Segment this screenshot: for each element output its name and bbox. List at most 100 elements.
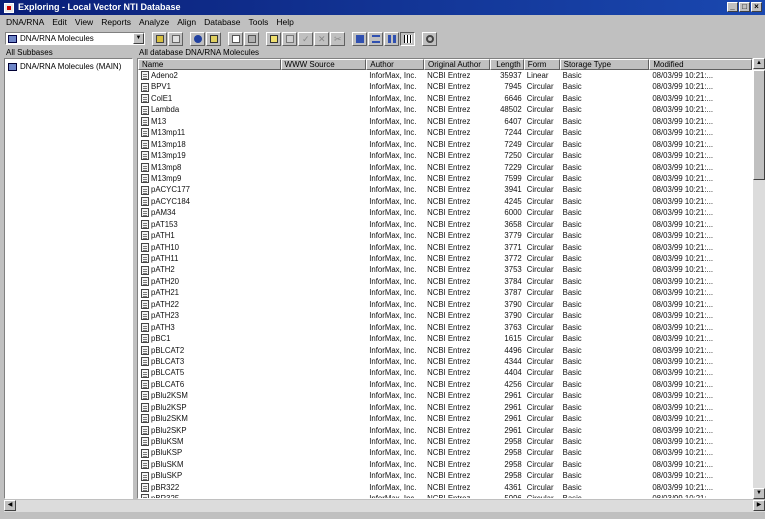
menu-reports[interactable]: Reports (101, 17, 131, 27)
table-row[interactable]: M13mp18 InforMax, Inc. NCBI Entrez 7249 Circ… (138, 139, 752, 150)
copy-icon[interactable] (228, 31, 243, 46)
menu-analyze[interactable]: Analyze (139, 17, 169, 27)
table-row[interactable]: pBLCAT3 InforMax, Inc. NCBI Entrez 4344 Circ… (138, 356, 752, 367)
table-row[interactable]: pBluKSM InforMax, Inc. NCBI Entrez 2958 Circ… (138, 436, 752, 447)
menu-database[interactable]: Database (204, 17, 240, 27)
table-row[interactable]: pBR322 InforMax, Inc. NCBI Entrez 4361 Circu… (138, 482, 752, 493)
scroll-thumb[interactable] (753, 70, 765, 180)
molecule-name: pBluKSP (151, 448, 183, 458)
column-header-www-source[interactable]: WWW Source (280, 59, 367, 70)
details-icon[interactable] (400, 31, 415, 46)
table-row[interactable]: pBluSKP InforMax, Inc. NCBI Entrez 2958 Circ… (138, 470, 752, 481)
cell-name: M13mp8 (138, 162, 281, 173)
table-row[interactable]: pBlu2KSM InforMax, Inc. NCBI Entrez 2961 Cir… (138, 390, 752, 401)
cell-www (281, 70, 367, 81)
table-row[interactable]: pBC1 InforMax, Inc. NCBI Entrez 1615 Circula… (138, 333, 752, 344)
table-row[interactable]: pBLCAT2 InforMax, Inc. NCBI Entrez 4496 Circ… (138, 345, 752, 356)
menu-view[interactable]: View (75, 17, 93, 27)
chevron-down-icon[interactable]: ▼ (133, 33, 144, 44)
table-row[interactable]: pACYC177 InforMax, Inc. NCBI Entrez 3941 Cir… (138, 184, 752, 195)
cell-modified: 08/03/99 10:21:... (652, 254, 714, 263)
cut-icon[interactable]: ✂ (330, 31, 345, 46)
table-row[interactable]: pACYC184 InforMax, Inc. NCBI Entrez 4245 Cir… (138, 196, 752, 207)
cell-name: pATH10 (138, 242, 281, 253)
table-row[interactable]: M13mp19 InforMax, Inc. NCBI Entrez 7250 Circ… (138, 150, 752, 161)
edit-icon[interactable] (282, 31, 297, 46)
scroll-down-icon[interactable]: ▼ (753, 488, 765, 499)
paste-icon[interactable] (244, 31, 259, 46)
column-header-author[interactable]: Author (366, 59, 425, 70)
menu-tools[interactable]: Tools (249, 17, 269, 27)
cell-orig: NCBI Entrez (427, 471, 471, 481)
large-icons-icon[interactable] (352, 31, 367, 46)
column-header-form[interactable]: Form (523, 59, 560, 70)
table-row[interactable]: pATH20 InforMax, Inc. NCBI Entrez 3784 Circu… (138, 276, 752, 287)
delete-icon[interactable]: ✕ (314, 31, 329, 46)
table-row[interactable]: pBlu2SKM InforMax, Inc. NCBI Entrez 2961 Cir… (138, 413, 752, 424)
cell-length: 7250 (504, 151, 522, 161)
table-row[interactable]: M13mp8 InforMax, Inc. NCBI Entrez 7229 Circu… (138, 162, 752, 173)
table-row[interactable]: pATH3 InforMax, Inc. NCBI Entrez 3763 Circul… (138, 322, 752, 333)
maximize-button[interactable]: □ (739, 2, 750, 12)
properties-icon[interactable] (168, 31, 183, 46)
app-icon[interactable] (4, 2, 14, 13)
table-row[interactable]: pBlu2SKP InforMax, Inc. NCBI Entrez 2961 Cir… (138, 425, 752, 436)
database-icon (8, 62, 17, 71)
folder-icon[interactable] (266, 31, 281, 46)
cell-modified: 08/03/99 10:21:... (652, 219, 714, 229)
menu-edit[interactable]: Edit (52, 17, 67, 27)
table-row[interactable]: pATH11 InforMax, Inc. NCBI Entrez 3772 Circu… (138, 253, 752, 264)
table-row[interactable]: M13mp11 InforMax, Inc. NCBI Entrez 7244 Circ… (138, 127, 752, 138)
table-row[interactable]: pATH10 InforMax, Inc. NCBI Entrez 3771 Circu… (138, 242, 752, 253)
scroll-left-icon[interactable]: ◀ (4, 500, 16, 511)
cell-modified: 08/03/99 10:21:... (652, 356, 714, 366)
table-row[interactable]: pBLCAT6 InforMax, Inc. NCBI Entrez 4256 Circ… (138, 379, 752, 390)
table-row[interactable]: pATH21 InforMax, Inc. NCBI Entrez 3787 Circu… (138, 287, 752, 298)
column-header-original-author[interactable]: Original Author (424, 59, 490, 70)
table-row[interactable]: pBR325 InforMax, Inc. NCBI Entrez 5996 Circu… (138, 493, 752, 498)
table-row[interactable]: ColE1 InforMax, Inc. NCBI Entrez 6646 Circul… (138, 93, 752, 104)
column-header-modified[interactable]: Modified (649, 59, 752, 70)
table-row[interactable]: pBlu2KSP InforMax, Inc. NCBI Entrez 2961 Cir… (138, 402, 752, 413)
table-row[interactable]: pATH1 InforMax, Inc. NCBI Entrez 3779 Circul… (138, 230, 752, 241)
table-row[interactable]: pAM34 InforMax, Inc. NCBI Entrez 6000 Circul… (138, 207, 752, 218)
table-row[interactable]: Adeno2 InforMax, Inc. NCBI Entrez 35937 Line… (138, 70, 752, 81)
list-icon[interactable] (384, 31, 399, 46)
table-row[interactable]: pATH22 InforMax, Inc. NCBI Entrez 3790 Circu… (138, 299, 752, 310)
molecule-icon (141, 448, 149, 458)
scroll-up-icon[interactable]: ▲ (753, 58, 765, 69)
menu-dna-rna[interactable]: DNA/RNA (6, 17, 44, 27)
explore-icon[interactable] (190, 31, 205, 46)
table-row[interactable]: pBLCAT5 InforMax, Inc. NCBI Entrez 4404 Circ… (138, 367, 752, 378)
open-icon[interactable] (152, 31, 167, 46)
scroll-right-icon[interactable]: ▶ (753, 500, 765, 511)
menu-help[interactable]: Help (276, 17, 293, 27)
column-header-name[interactable]: Name (138, 59, 281, 70)
table-row[interactable]: BPV1 InforMax, Inc. NCBI Entrez 7945 Circula… (138, 81, 752, 92)
small-icons-icon[interactable] (368, 31, 383, 46)
database-select[interactable]: DNA/RNA Molecules ▼ (5, 32, 145, 45)
molecule-name: pATH3 (151, 322, 175, 332)
vertical-scrollbar[interactable]: ▲ ▼ (753, 58, 765, 499)
horizontal-scrollbar[interactable]: ◀ ▶ (4, 500, 765, 512)
close-button[interactable]: × (751, 2, 762, 12)
table-row[interactable]: pBluKSP InforMax, Inc. NCBI Entrez 2958 Circ… (138, 447, 752, 458)
table-row[interactable]: pATH2 InforMax, Inc. NCBI Entrez 3753 Circul… (138, 264, 752, 275)
cell-name: pBluSKM (138, 459, 281, 470)
minimize-button[interactable]: _ (727, 2, 738, 12)
table-row[interactable]: M13 InforMax, Inc. NCBI Entrez 6407 Circular… (138, 116, 752, 127)
table-row[interactable]: Lambda InforMax, Inc. NCBI Entrez 48502 Circ… (138, 104, 752, 115)
column-header-storage-type[interactable]: Storage Type (559, 59, 650, 70)
refresh-icon[interactable] (422, 31, 437, 46)
cell-name: pBLCAT3 (138, 356, 281, 367)
menu-align[interactable]: Align (177, 17, 196, 27)
cell-author: InforMax, Inc. (369, 71, 417, 80)
table-row[interactable]: pAT153 InforMax, Inc. NCBI Entrez 3658 Circu… (138, 219, 752, 230)
table-row[interactable]: pBluSKM InforMax, Inc. NCBI Entrez 2958 Circ… (138, 459, 752, 470)
tree-item-dna-rna-main[interactable]: DNA/RNA Molecules (MAIN) (5, 61, 132, 72)
check-icon[interactable]: ✓ (298, 31, 313, 46)
find-icon[interactable] (206, 31, 221, 46)
table-row[interactable]: M13mp9 InforMax, Inc. NCBI Entrez 7599 Circu… (138, 173, 752, 184)
column-header-length[interactable]: Length (489, 59, 524, 70)
table-row[interactable]: pATH23 InforMax, Inc. NCBI Entrez 3790 Circu… (138, 310, 752, 321)
